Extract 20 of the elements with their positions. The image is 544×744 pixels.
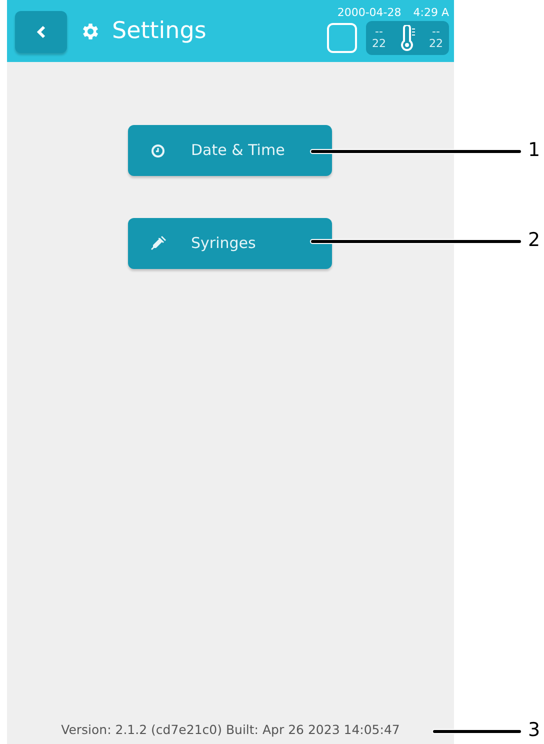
back-icon — [36, 25, 46, 39]
thermometer-icon — [400, 25, 414, 51]
menu-button[interactable]: Syringes — [128, 218, 332, 269]
syringe-icon — [149, 234, 167, 252]
clock-icon — [151, 144, 165, 158]
callout-number: 1 — [528, 141, 540, 160]
temperature-reading: -- — [432, 26, 440, 38]
temperature-reading: 22 — [429, 38, 443, 50]
back-button[interactable] — [15, 11, 67, 53]
version-text: Version: 2.1.2 (cd7e21c0) Built: Apr 26 2023 14:05:47 — [61, 721, 400, 740]
menu-button[interactable]: Date & Time — [128, 125, 332, 176]
callout-number: 2 — [528, 231, 540, 250]
temperature-reading: -- — [375, 26, 383, 38]
temperature-reading: 22 — [372, 38, 386, 50]
status-indicator — [327, 23, 357, 53]
date-text: 2000-04-28 — [337, 7, 402, 18]
page-title: Settings — [112, 16, 206, 46]
callout-number: 3 — [528, 721, 540, 740]
gear-icon — [80, 20, 101, 42]
time-text: 4:29 A — [413, 7, 449, 18]
